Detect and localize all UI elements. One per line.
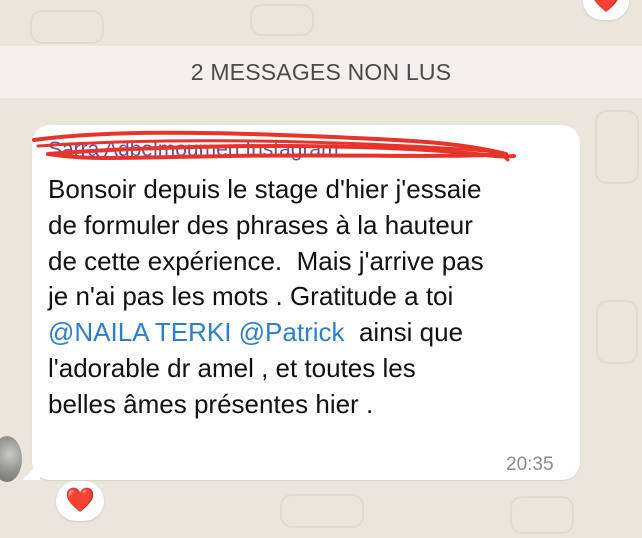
mention-naila-terki[interactable]: @NAILA TERKI bbox=[48, 317, 231, 347]
message-line: je n'ai pas les mots . Gratitude a toi bbox=[48, 281, 454, 312]
sender-name-scribble bbox=[32, 130, 516, 162]
background-doodle bbox=[596, 300, 638, 364]
background-doodle bbox=[30, 10, 104, 44]
heart-icon: ❤️ bbox=[591, 0, 621, 14]
unread-messages-label: 2 MESSAGES NON LUS bbox=[190, 58, 452, 85]
message-line: Bonsoir depuis le stage d'hier j'essaie bbox=[48, 174, 482, 204]
mention-separator bbox=[231, 317, 238, 347]
message-line: l'adorable dr amel , et toutes les bbox=[48, 352, 416, 383]
message-timestamp: 20:35 bbox=[506, 454, 554, 475]
background-doodle bbox=[280, 494, 364, 528]
message-bubble-tail bbox=[22, 462, 40, 480]
reaction-this-message[interactable]: ❤️ bbox=[56, 481, 104, 521]
background-doodle bbox=[595, 110, 639, 184]
mention-patrick[interactable]: @Patrick bbox=[239, 317, 345, 347]
background-doodle bbox=[510, 496, 574, 534]
message-line: belles âmes présentes hier . bbox=[48, 388, 374, 419]
background-doodle bbox=[250, 4, 314, 36]
unread-messages-banner: 2 MESSAGES NON LUS bbox=[0, 46, 642, 98]
message-line: de cette expérience. Mais j'arrive pas bbox=[48, 245, 484, 276]
message-text: Bonsoir depuis le stage d'hier j'essaie … bbox=[48, 172, 568, 423]
message-line-rest: ainsi que bbox=[344, 317, 464, 348]
message-line: de formuler des phrases à la hauteur bbox=[48, 209, 473, 240]
message-line-mentions: @NAILA TERKI @Patrick ainsi que bbox=[48, 315, 568, 351]
heart-icon: ❤️ bbox=[65, 487, 95, 514]
